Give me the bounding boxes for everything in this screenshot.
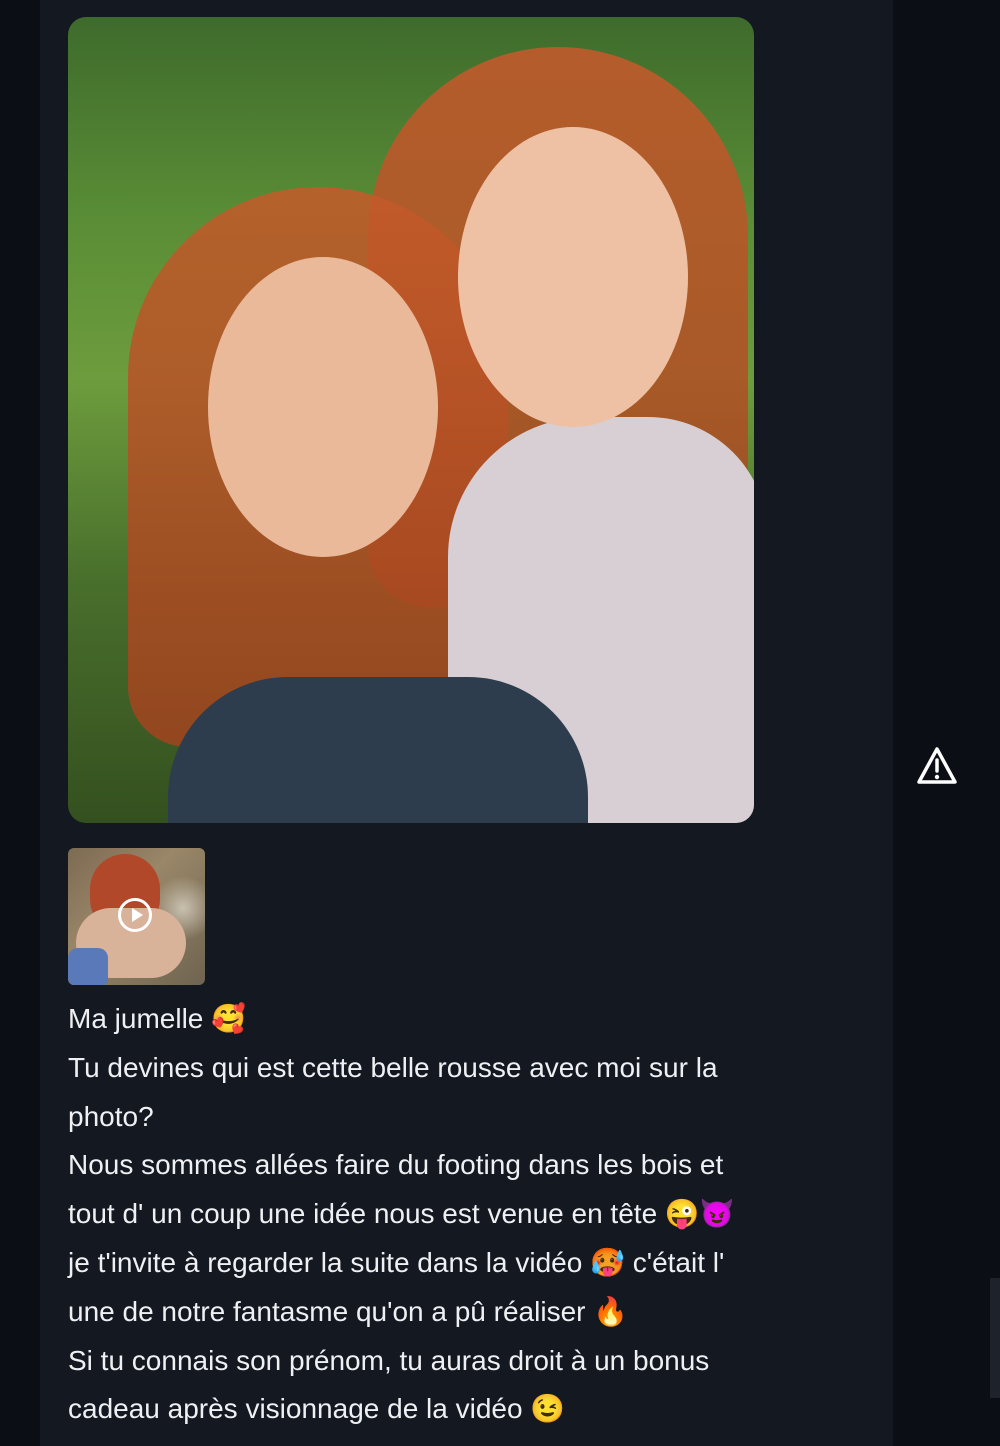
caption-line: Tu devines qui est cette belle rousse av… (68, 1051, 718, 1083)
caption-line: tout d' un coup une idée nous est venue … (68, 1198, 735, 1230)
caption-line: Si tu connais son prénom, tu auras droit… (68, 1344, 710, 1376)
caption-line: Nous sommes allées faire du footing dans… (68, 1149, 724, 1181)
post-photo[interactable] (68, 17, 754, 823)
caption-line: Ma jumelle 🥰 (68, 1003, 247, 1034)
post-caption: Ma jumelle 🥰 Tu devines qui est cette be… (68, 995, 868, 1434)
caption-line: photo? (68, 1100, 154, 1132)
photo-shape (208, 257, 438, 557)
caption-line: cadeau après visionnage de la vidéo 😉 (68, 1393, 566, 1425)
play-icon[interactable] (118, 898, 152, 932)
photo-shape (458, 127, 688, 427)
video-thumbnail[interactable] (68, 848, 205, 985)
caption-line: je t'invite à regarder la suite dans la … (68, 1246, 725, 1278)
caption-line: une de notre fantasme qu'on a pû réalise… (68, 1295, 629, 1327)
scrollbar[interactable] (990, 1278, 1000, 1398)
thumbnail-shape (68, 948, 108, 985)
warning-triangle-icon[interactable] (916, 746, 958, 786)
photo-shape (168, 677, 588, 823)
